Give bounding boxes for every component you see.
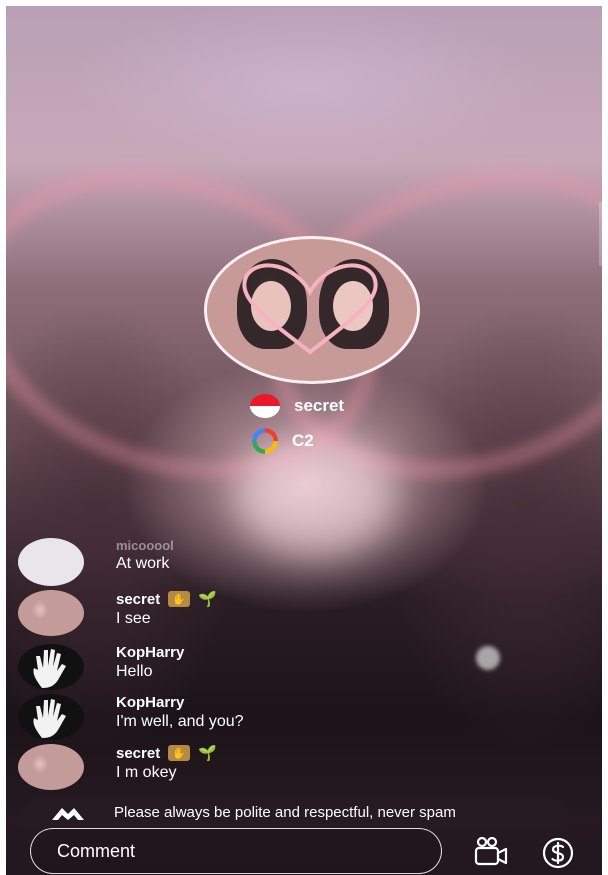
chat-username: KopHarry: [116, 644, 185, 661]
secret-avatar[interactable]: [18, 590, 84, 636]
host-avatar[interactable]: [204, 236, 420, 384]
notice-text: Please always be polite and respectful, …: [114, 804, 456, 821]
heart-frame-icon: [242, 263, 378, 355]
sprout-icon: 🌱: [198, 591, 217, 608]
chat-message: KopHarry Hello: [18, 644, 184, 690]
hand-print-avatar[interactable]: [18, 644, 84, 690]
chat-message-text: I see: [116, 610, 151, 627]
host-level-row: C2: [252, 428, 314, 454]
chat-message: secret ✋ 🌱 I see: [18, 590, 217, 636]
hand-print-icon: [33, 699, 66, 738]
user-avatar[interactable]: [18, 538, 84, 586]
secret-avatar[interactable]: [18, 744, 84, 790]
gift-coin-button[interactable]: [540, 836, 576, 870]
indonesia-flag-icon: [250, 394, 280, 418]
chat-message-text: At work: [116, 555, 170, 572]
chat-message-text: Hello: [116, 663, 153, 680]
video-camera-icon: [474, 836, 508, 866]
chat-username: micooool: [116, 538, 174, 553]
host-name-row[interactable]: secret: [250, 394, 344, 418]
scroll-indicator[interactable]: [599, 202, 602, 266]
hand-badge-icon: ✋: [168, 591, 191, 607]
host-name: secret: [294, 396, 345, 415]
dollar-coin-icon: [542, 837, 574, 869]
chat-username: secret: [116, 590, 161, 608]
hand-badge-icon: ✋: [168, 745, 191, 761]
chat-username: KopHarry: [116, 694, 185, 711]
hand-print-avatar[interactable]: [18, 694, 84, 740]
background-blob: [236, 436, 396, 556]
video-camera-button[interactable]: [470, 834, 510, 870]
sprout-icon: 🌱: [198, 745, 217, 762]
chat-message-text: I'm well, and you?: [116, 713, 244, 730]
rainbow-ring-icon: [252, 428, 278, 454]
live-stream-screen: secret C2 micooool At work secret ✋ 🌱 I …: [6, 6, 602, 875]
notice-logo-icon: [52, 808, 84, 820]
background-blob: [476, 646, 500, 670]
comment-placeholder: Comment: [57, 840, 136, 861]
chat-message-text: I m okey: [116, 764, 177, 781]
comment-input[interactable]: Comment: [30, 828, 442, 874]
host-level: C2: [292, 431, 314, 450]
chat-message: secret ✋ 🌱 I m okey: [18, 744, 217, 790]
chat-message-partial: micooool At work: [18, 538, 174, 586]
hand-print-icon: [33, 649, 66, 688]
chat-message: KopHarry I'm well, and you?: [18, 694, 244, 740]
chat-username: secret: [116, 744, 161, 762]
